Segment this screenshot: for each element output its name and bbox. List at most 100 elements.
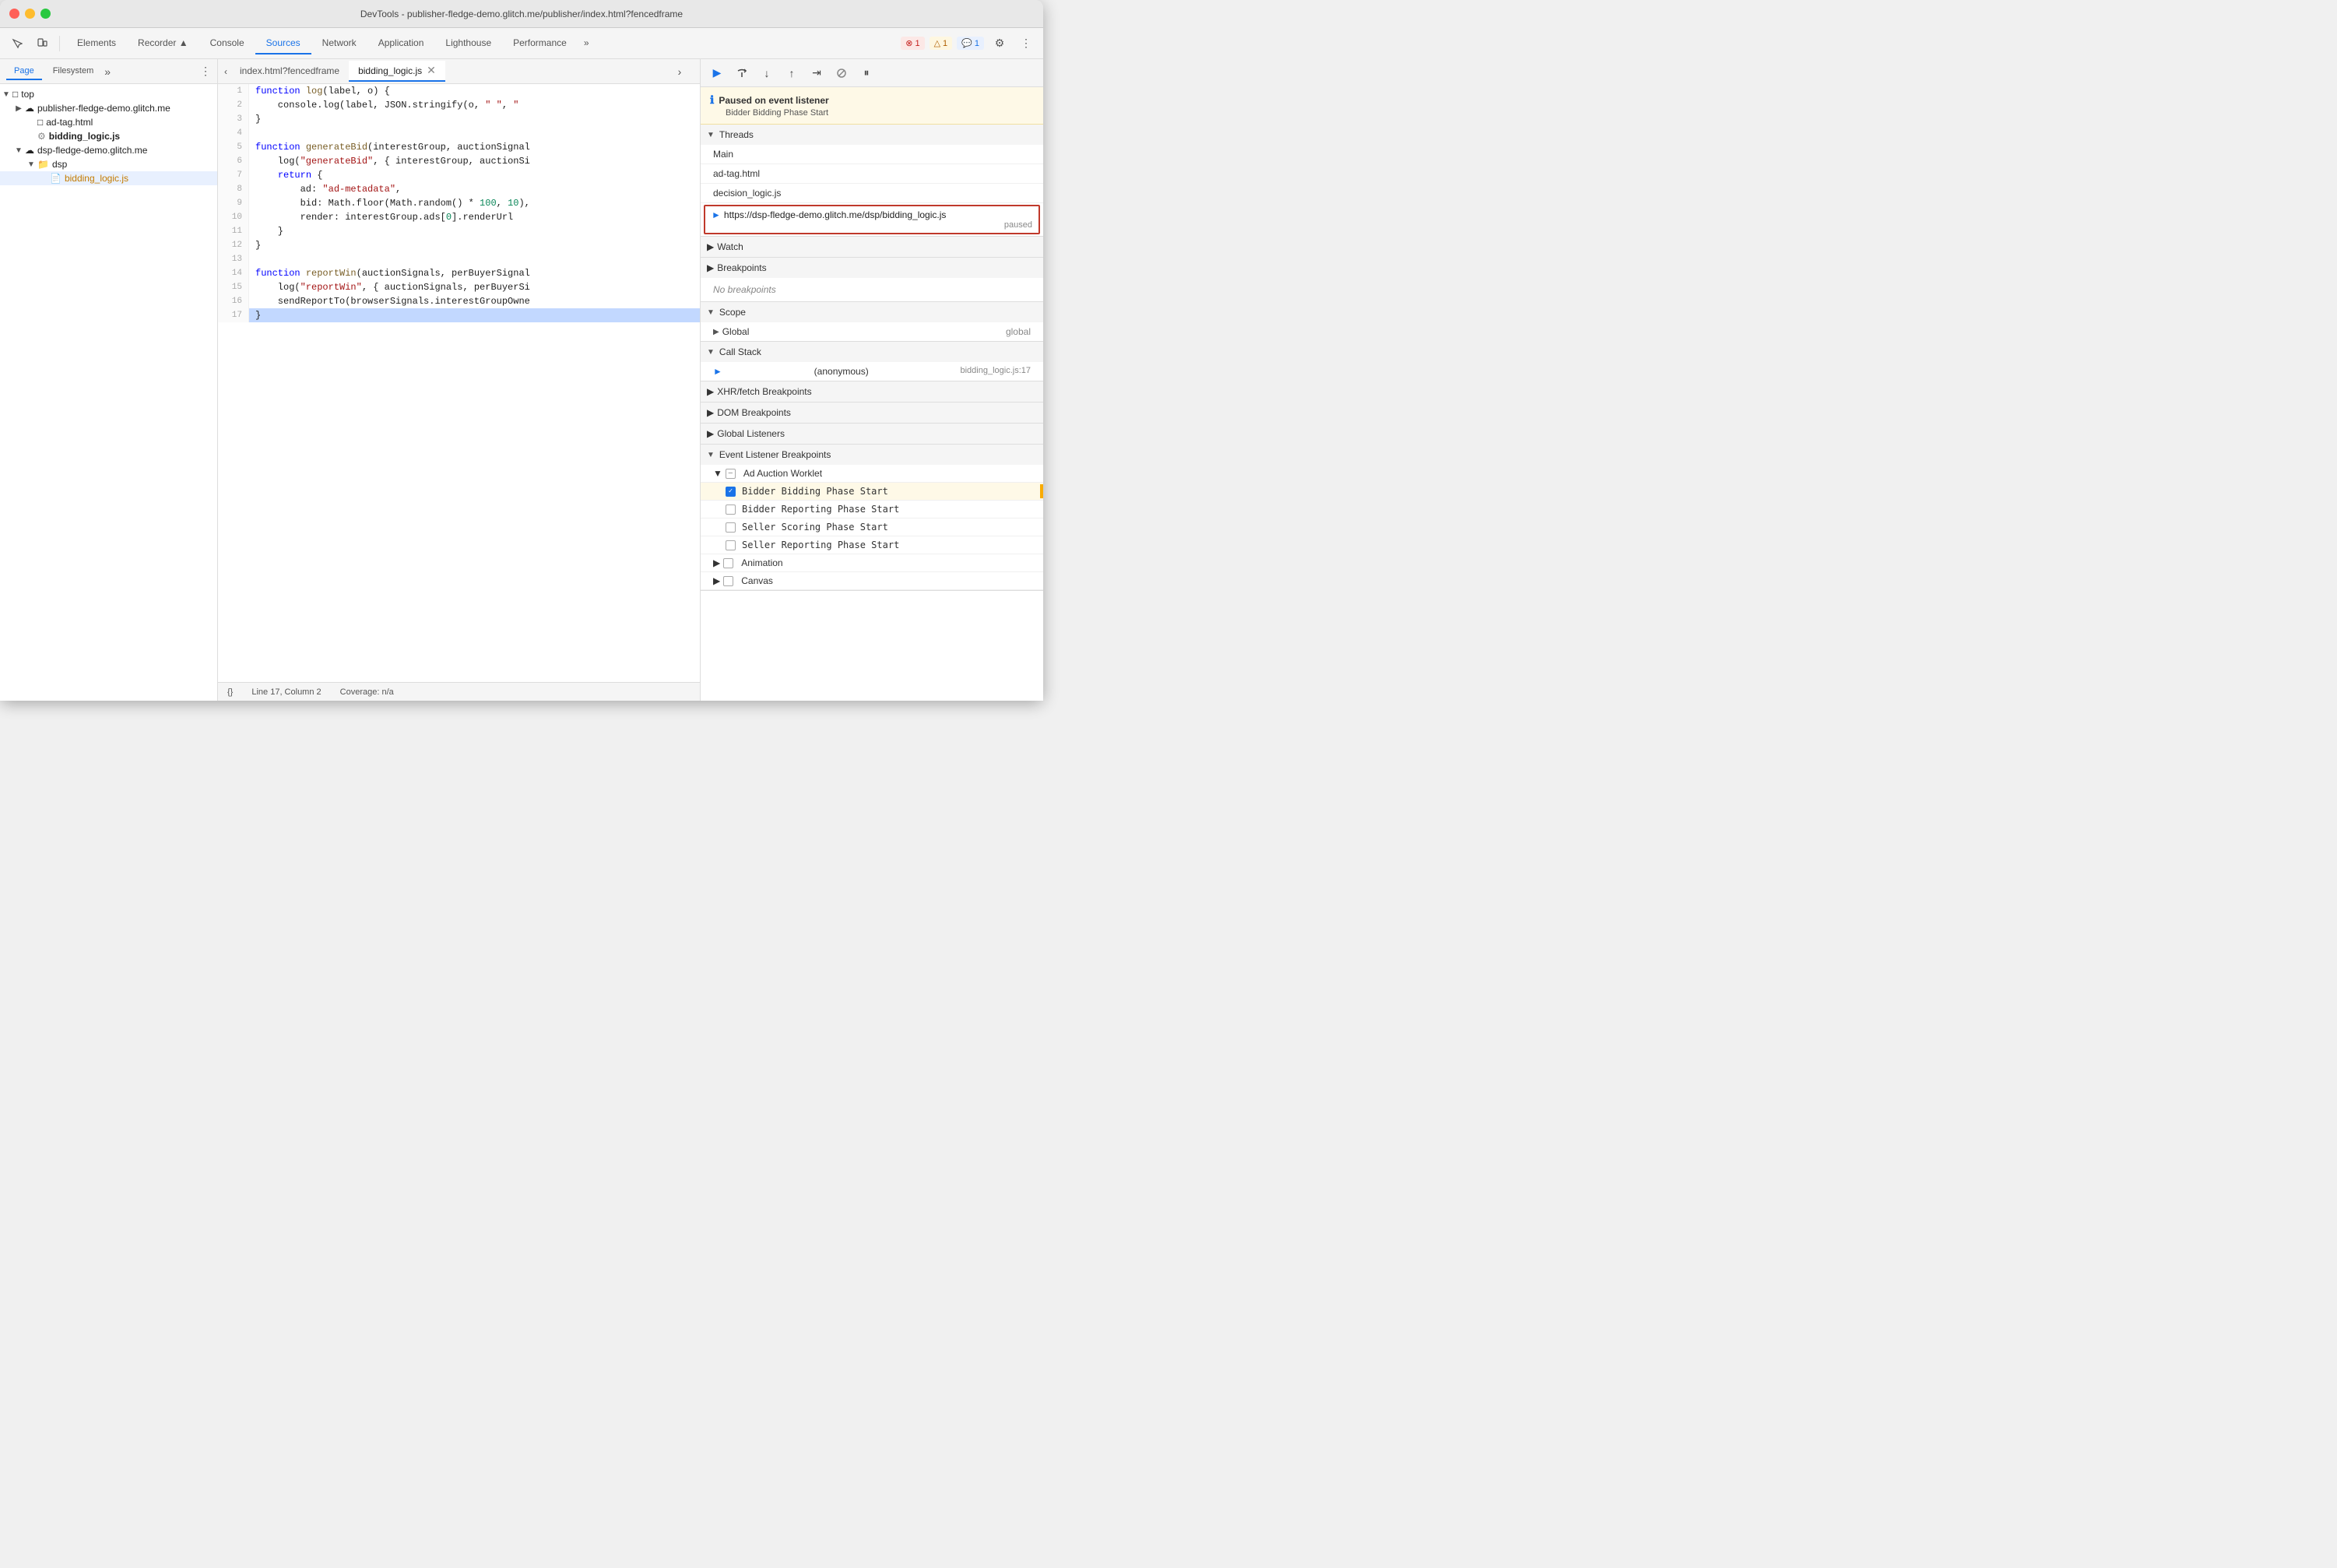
tab-application[interactable]: Application xyxy=(367,33,435,54)
breakpoints-label: Breakpoints xyxy=(717,262,766,273)
tree-item-adtag[interactable]: ▶ □ ad-tag.html xyxy=(0,115,217,129)
format-icon[interactable]: {} xyxy=(227,687,233,697)
info-circle-icon: ℹ xyxy=(710,93,714,107)
call-stack-header[interactable]: ▼ Call Stack xyxy=(701,342,1043,362)
watch-header[interactable]: ▶ Watch xyxy=(701,237,1043,257)
code-line-13: 13 xyxy=(218,252,700,266)
kebab-menu-icon[interactable]: ⋮ xyxy=(1015,33,1037,54)
event-parent-ad-auction[interactable]: ▼ − Ad Auction Worklet xyxy=(701,465,1043,483)
tree-arrow-dsp: ▼ xyxy=(12,146,25,155)
tab-console[interactable]: Console xyxy=(199,33,255,54)
deactivate-breakpoints-button[interactable] xyxy=(831,63,852,83)
tree-label-top: top xyxy=(21,89,34,100)
step-button[interactable]: ⇥ xyxy=(807,63,827,83)
event-listener-header[interactable]: ▼ Event Listener Breakpoints xyxy=(701,445,1043,465)
scope-content: ▶ Global global xyxy=(701,322,1043,341)
cursor-position: Line 17, Column 2 xyxy=(251,687,321,697)
code-tabs: ‹ index.html?fencedframe bidding_logic.j… xyxy=(218,59,700,84)
maximize-button[interactable] xyxy=(40,9,51,19)
animation-checkbox[interactable] xyxy=(723,558,733,568)
more-tabs-icon[interactable]: » xyxy=(104,65,111,78)
call-stack-anon-label: (anonymous) xyxy=(814,366,869,377)
tab-label-index: index.html?fencedframe xyxy=(240,65,339,76)
tab-bidding-logic[interactable]: bidding_logic.js ✕ xyxy=(349,61,445,82)
resume-button[interactable]: ▶ xyxy=(707,63,727,83)
device-toggle-icon[interactable] xyxy=(31,33,53,54)
tree-arrow-publisher: ▶ xyxy=(12,104,25,113)
tab-close-icon[interactable]: ✕ xyxy=(427,64,436,77)
tab-network[interactable]: Network xyxy=(311,33,367,54)
thread-main[interactable]: Main xyxy=(701,145,1043,164)
call-stack-item-anon[interactable]: (anonymous) bidding_logic.js:17 xyxy=(701,362,1043,381)
tree-item-dsp-folder[interactable]: ▼ 📁 dsp xyxy=(0,157,217,171)
step-out-button[interactable]: ↑ xyxy=(782,63,802,83)
xhr-label: XHR/fetch Breakpoints xyxy=(717,386,811,397)
tree-item-bidding-dsp[interactable]: ▶ 📄 bidding_logic.js xyxy=(0,171,217,185)
left-panel: Page Filesystem » ⋮ ▼ □ top ▶ ☁ publishe… xyxy=(0,59,218,701)
step-over-button[interactable] xyxy=(732,63,752,83)
scope-arrow: ▼ xyxy=(707,308,715,317)
breakpoints-header[interactable]: ▶ Breakpoints xyxy=(701,258,1043,278)
seller-scoring-checkbox[interactable] xyxy=(726,522,736,533)
tab-elements[interactable]: Elements xyxy=(66,33,127,54)
cursor-icon[interactable] xyxy=(6,33,28,54)
xhr-header[interactable]: ▶ XHR/fetch Breakpoints xyxy=(701,381,1043,402)
settings-icon[interactable]: ⚙ xyxy=(989,33,1010,54)
tab-lighthouse[interactable]: Lighthouse xyxy=(434,33,502,54)
panel-kebab-icon[interactable]: ⋮ xyxy=(200,65,211,78)
tab-page[interactable]: Page xyxy=(6,63,42,80)
canvas-checkbox[interactable] xyxy=(723,576,733,586)
threads-header[interactable]: ▼ Threads xyxy=(701,125,1043,145)
scope-global[interactable]: ▶ Global global xyxy=(701,322,1043,341)
titlebar-buttons[interactable] xyxy=(9,9,51,19)
global-listeners-header[interactable]: ▶ Global Listeners xyxy=(701,424,1043,444)
info-badge[interactable]: 💬 1 xyxy=(957,37,984,50)
event-parent-arrow: ▼ xyxy=(713,468,722,479)
thread-decision[interactable]: decision_logic.js xyxy=(701,184,1043,203)
pause-on-exceptions-button[interactable]: ⏸ xyxy=(856,63,877,83)
event-parent-animation[interactable]: ▶ Animation xyxy=(701,554,1043,572)
event-parent-canvas[interactable]: ▶ Canvas xyxy=(701,572,1043,590)
bidder-bidding-checkbox[interactable] xyxy=(726,487,736,497)
file-icon-bidding-pub: ⚙ xyxy=(37,131,46,142)
error-badge[interactable]: ⊗ 1 xyxy=(901,37,924,50)
tab-sources[interactable]: Sources xyxy=(255,33,311,54)
tab-performance[interactable]: Performance xyxy=(502,33,578,54)
tree-item-top[interactable]: ▼ □ top xyxy=(0,87,217,101)
close-button[interactable] xyxy=(9,9,19,19)
scope-header[interactable]: ▼ Scope xyxy=(701,302,1043,322)
animation-arrow: ▶ xyxy=(713,557,720,568)
tab-nav-right-icon[interactable]: › xyxy=(669,61,691,83)
bidder-reporting-checkbox[interactable] xyxy=(726,505,736,515)
warning-badge[interactable]: △ 1 xyxy=(930,37,953,50)
ad-auction-checkbox[interactable]: − xyxy=(726,469,736,479)
code-tab-nav-left[interactable]: ‹ xyxy=(221,66,230,77)
ad-auction-label: Ad Auction Worklet xyxy=(743,468,822,479)
tree-label-bidding-pub: bidding_logic.js xyxy=(49,131,120,142)
minimize-button[interactable] xyxy=(25,9,35,19)
thread-active[interactable]: ► https://dsp-fledge-demo.glitch.me/dsp/… xyxy=(704,205,1040,234)
breakpoints-section: ▶ Breakpoints No breakpoints xyxy=(701,258,1043,302)
tab-more[interactable]: » xyxy=(578,33,596,54)
scope-section: ▼ Scope ▶ Global global xyxy=(701,302,1043,342)
dom-header[interactable]: ▶ DOM Breakpoints xyxy=(701,403,1043,423)
tree-arrow-dsp-folder: ▼ xyxy=(25,160,37,169)
bidder-bidding-label: Bidder Bidding Phase Start xyxy=(742,486,888,497)
thread-adtag[interactable]: ad-tag.html xyxy=(701,164,1043,184)
seller-reporting-checkbox[interactable] xyxy=(726,540,736,550)
tree-item-dsp-domain[interactable]: ▼ ☁ dsp-fledge-demo.glitch.me xyxy=(0,143,217,157)
thread-paused-label: paused xyxy=(712,220,1032,230)
step-into-button[interactable]: ↓ xyxy=(757,63,777,83)
animation-label: Animation xyxy=(741,557,782,568)
tree-arrow-top: ▼ xyxy=(0,90,12,99)
active-thread-arrow: ► xyxy=(712,209,721,220)
tab-filesystem[interactable]: Filesystem xyxy=(45,63,102,80)
window-title: DevTools - publisher-fledge-demo.glitch.… xyxy=(360,9,683,19)
tab-recorder[interactable]: Recorder ▲ xyxy=(127,33,199,54)
tree-item-publisher-domain[interactable]: ▶ ☁ publisher-fledge-demo.glitch.me xyxy=(0,101,217,115)
tree-item-bidding-publisher[interactable]: ▶ ⚙ bidding_logic.js xyxy=(0,129,217,143)
error-icon: ⊗ xyxy=(905,38,912,48)
tab-index-html[interactable]: index.html?fencedframe xyxy=(230,62,349,81)
code-editor[interactable]: 1 function log(label, o) { 2 console.log… xyxy=(218,84,700,682)
file-icon-adtag: □ xyxy=(37,117,43,128)
